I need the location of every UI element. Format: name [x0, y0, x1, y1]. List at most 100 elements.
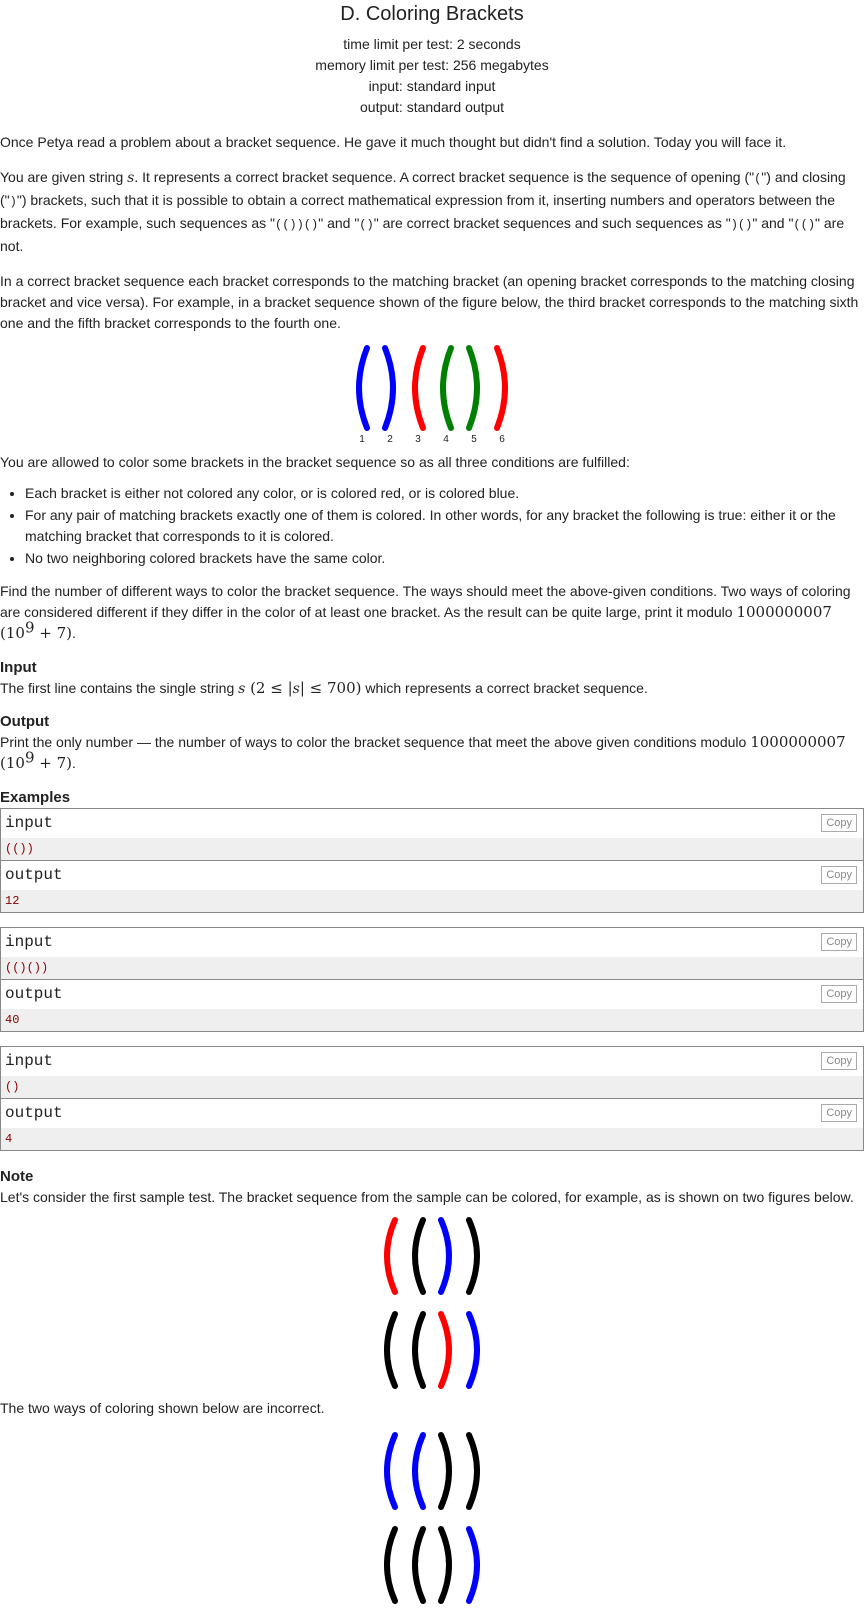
- close-bracket-mark: [466, 1432, 480, 1510]
- copy-input-button[interactable]: Copy: [821, 933, 857, 951]
- input-spec: input: standard input: [368, 78, 496, 94]
- example-input-value: (): [1, 1076, 863, 1098]
- statement-paragraph-2: You are given string s. It represents a …: [0, 167, 864, 257]
- text: " are correct bracket sequences and such…: [373, 215, 731, 231]
- code-example-1: (())(): [275, 218, 319, 232]
- close-bracket-mark: [466, 1217, 480, 1295]
- problem-page: D. Coloring Brackets time limit per test…: [0, 2, 864, 1607]
- close-bracket-mark: [438, 1432, 452, 1510]
- example-output-header: output Copy: [1, 979, 863, 1009]
- close-bracket-mark: [438, 1526, 452, 1604]
- modulo-value: 1000000007: [750, 733, 846, 751]
- example-output-header: output Copy: [1, 860, 863, 890]
- open-bracket-mark: [412, 1311, 426, 1389]
- open-bracket-mark: [384, 1526, 398, 1604]
- text: .: [72, 755, 76, 771]
- condition-item: Each bracket is either not colored any c…: [25, 483, 864, 504]
- memory-limit: memory limit per test: 256 megabytes: [315, 57, 549, 73]
- text: You are given string: [0, 169, 128, 185]
- close-bracket-mark: [466, 1311, 480, 1389]
- example-output-label: output: [5, 985, 63, 1003]
- example-input-value: (()): [1, 838, 863, 860]
- example-output-label: output: [5, 866, 63, 884]
- example-input-header: input Copy: [1, 1047, 863, 1076]
- statement-paragraph-1: Once Petya read a problem about a bracke…: [0, 134, 787, 150]
- text: .: [72, 625, 76, 641]
- close-bracket-mark: [466, 345, 480, 431]
- math: | ≤ 700): [299, 679, 362, 697]
- code-close-bracket: ): [9, 195, 17, 209]
- conditions-list: Each bracket is either not colored any c…: [0, 483, 864, 569]
- problem-title: D. Coloring Brackets: [340, 3, 524, 25]
- bracket-number-label: 4: [443, 434, 449, 445]
- input-heading: Input: [0, 659, 37, 676]
- math: + 7): [34, 754, 72, 772]
- copy-output-button[interactable]: Copy: [821, 985, 857, 1003]
- example-input-label: input: [5, 814, 54, 832]
- condition-item: For any pair of matching brackets exactl…: [25, 505, 864, 547]
- bracket-number-label: 6: [499, 434, 505, 445]
- copy-input-button[interactable]: Copy: [821, 814, 857, 832]
- example-input-label: input: [5, 1052, 54, 1070]
- open-bracket-mark: [412, 1432, 426, 1510]
- math-var-s: s: [292, 681, 300, 697]
- close-bracket-mark: [494, 345, 508, 431]
- example-output-value: 4: [1, 1128, 863, 1150]
- output-heading: Output: [0, 713, 50, 730]
- text: " and ": [752, 215, 794, 231]
- text: Find the number of different ways to col…: [0, 583, 851, 620]
- output-spec: output: standard output: [360, 99, 504, 115]
- example-input-label: input: [5, 933, 54, 951]
- example-output-value: 12: [1, 890, 863, 912]
- output-description: Print the only number — the number of wa…: [0, 732, 864, 774]
- example-block-2: input Copy (()()) output Copy 40: [0, 927, 864, 1032]
- math: (2 ≤ |: [245, 679, 293, 697]
- examples-heading: Examples: [0, 789, 71, 806]
- time-limit: time limit per test: 2 seconds: [343, 36, 521, 52]
- bracket-figure-numbered: 1 2 3 4 5 6: [356, 345, 508, 445]
- math: + 7): [34, 624, 72, 642]
- open-bracket-mark: [412, 345, 426, 431]
- code-example-3: )(): [730, 218, 753, 232]
- bracket-figure-incorrect-2: [384, 1526, 480, 1604]
- close-bracket-mark: [438, 1311, 452, 1389]
- text: . It represents a correct bracket sequen…: [134, 169, 755, 185]
- close-bracket-mark: [382, 345, 396, 431]
- example-input-value: (()()): [1, 957, 863, 979]
- example-block-1: input Copy (()) output Copy 12: [0, 808, 864, 913]
- text: " and ": [318, 215, 360, 231]
- note-paragraph-1: Let's consider the first sample test. Th…: [0, 1189, 854, 1205]
- statement-paragraph-5: Find the number of different ways to col…: [0, 581, 864, 644]
- math-exponent: 9: [24, 748, 35, 767]
- open-bracket-mark: [356, 345, 370, 431]
- copy-output-button[interactable]: Copy: [821, 866, 857, 884]
- input-description: The first line contains the single strin…: [0, 678, 864, 700]
- open-bracket-mark: [412, 1217, 426, 1295]
- open-bracket-mark: [384, 1217, 398, 1295]
- bracket-number-label: 1: [359, 434, 365, 445]
- bracket-figure-incorrect-1: [384, 1432, 480, 1510]
- close-bracket-mark: [466, 1526, 480, 1604]
- math: (10: [0, 754, 25, 772]
- note-heading: Note: [0, 1168, 34, 1185]
- copy-input-button[interactable]: Copy: [821, 1052, 857, 1070]
- statement-paragraph-4: You are allowed to color some brackets i…: [0, 454, 630, 470]
- copy-output-button[interactable]: Copy: [821, 1104, 857, 1122]
- example-output-label: output: [5, 1104, 63, 1122]
- bracket-figure-correct-2: [384, 1311, 480, 1389]
- math: (10: [0, 624, 25, 642]
- text: The first line contains the single strin…: [0, 680, 239, 696]
- statement-paragraph-3: In a correct bracket sequence each brack…: [0, 273, 859, 331]
- condition-item: No two neighboring colored brackets have…: [25, 548, 864, 569]
- close-bracket-mark: [438, 1217, 452, 1295]
- code-example-2: (): [359, 218, 374, 232]
- example-input-header: input Copy: [1, 809, 863, 838]
- bracket-figure-correct-1: [384, 1217, 480, 1295]
- example-block-3: input Copy () output Copy 4: [0, 1046, 864, 1151]
- open-bracket-mark: [412, 1526, 426, 1604]
- open-bracket-mark: [440, 345, 454, 431]
- text: which represents a correct bracket seque…: [361, 680, 648, 696]
- bracket-number-label: 3: [415, 434, 421, 445]
- example-output-value: 40: [1, 1009, 863, 1031]
- bracket-number-label: 2: [387, 434, 393, 445]
